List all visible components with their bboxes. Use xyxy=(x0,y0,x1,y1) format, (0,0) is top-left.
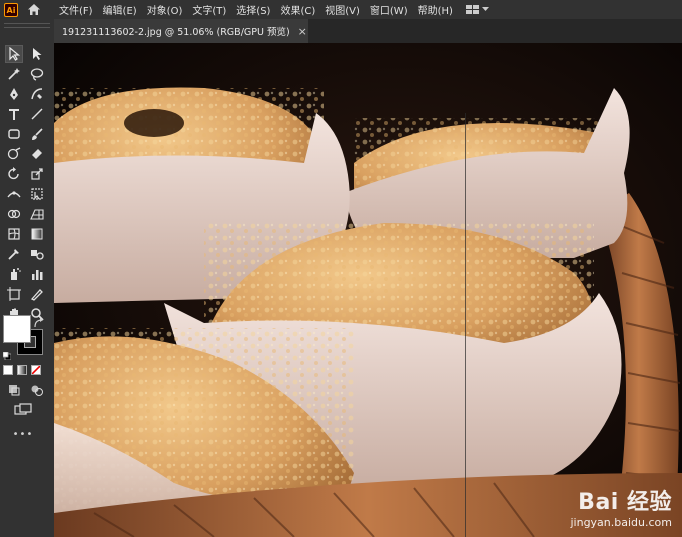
artboard-tool-icon[interactable] xyxy=(5,285,23,303)
shape-builder-tool-icon[interactable] xyxy=(5,205,23,223)
artwork-image xyxy=(54,43,682,537)
menu-file[interactable]: 文件(F) xyxy=(54,2,98,17)
menu-help[interactable]: 帮助(H) xyxy=(413,2,458,17)
document-tab-title: 191231113602-2.jpg @ 51.06% (RGB/GPU 预览) xyxy=(62,27,290,38)
line-segment-tool-icon[interactable] xyxy=(28,105,46,123)
draw-normal-icon[interactable] xyxy=(5,381,23,399)
menu-edit[interactable]: 编辑(E) xyxy=(98,2,142,17)
panel-grip[interactable] xyxy=(4,23,50,28)
default-fill-stroke-icon[interactable] xyxy=(2,345,12,361)
workspace-switcher-icon[interactable] xyxy=(465,4,489,15)
fill-stroke-widget xyxy=(2,315,49,361)
lasso-tool-icon[interactable] xyxy=(28,65,46,83)
watermark: Bai 经验 jingyan.baidu.com xyxy=(570,484,672,529)
menu-view[interactable]: 视图(V) xyxy=(320,2,365,17)
fill-swatch[interactable] xyxy=(3,315,31,343)
gradient-tool-icon[interactable] xyxy=(28,225,46,243)
app-logo: Ai xyxy=(4,2,18,17)
swap-fill-stroke-icon[interactable] xyxy=(33,315,45,328)
more-tools-icon[interactable]: ••• xyxy=(13,425,33,443)
screen-mode-icon[interactable] xyxy=(14,401,32,419)
color-mode-icon[interactable] xyxy=(3,365,13,375)
rectangle-tool-icon[interactable] xyxy=(5,125,23,143)
shaper-tool-icon[interactable] xyxy=(5,145,23,163)
width-tool-icon[interactable] xyxy=(5,185,23,203)
curvature-tool-icon[interactable] xyxy=(28,85,46,103)
menu-bar: Ai 文件(F) 编辑(E) 对象(O) 文字(T) 选择(S) 效果(C) 视… xyxy=(0,0,682,19)
column-graph-tool-icon[interactable] xyxy=(28,265,46,283)
menu-object[interactable]: 对象(O) xyxy=(142,2,188,17)
type-tool-icon[interactable] xyxy=(5,105,23,123)
none-mode-icon[interactable] xyxy=(31,365,41,375)
watermark-logo: Bai 经验 xyxy=(578,490,672,515)
menu-window[interactable]: 窗口(W) xyxy=(365,2,413,17)
draw-mode-icon[interactable] xyxy=(28,381,46,399)
menu-effect[interactable]: 效果(C) xyxy=(275,2,320,17)
home-icon[interactable] xyxy=(26,2,42,18)
direct-selection-tool-icon[interactable] xyxy=(28,45,46,63)
gradient-mode-icon[interactable] xyxy=(17,365,27,375)
paintbrush-tool-icon[interactable] xyxy=(28,125,46,143)
scale-tool-icon[interactable] xyxy=(28,165,46,183)
eraser-tool-icon[interactable] xyxy=(28,145,46,163)
menu-select[interactable]: 选择(S) xyxy=(231,2,275,17)
document-tab[interactable]: 191231113602-2.jpg @ 51.06% (RGB/GPU 预览)… xyxy=(54,19,308,43)
selection-tool-icon[interactable] xyxy=(5,45,23,63)
document-tab-strip: 191231113602-2.jpg @ 51.06% (RGB/GPU 预览)… xyxy=(54,19,682,43)
perspective-grid-tool-icon[interactable] xyxy=(28,205,46,223)
watermark-url: jingyan.baidu.com xyxy=(570,516,672,529)
close-icon[interactable]: × xyxy=(298,25,307,38)
mesh-tool-icon[interactable] xyxy=(5,225,23,243)
color-mode-row xyxy=(3,365,41,375)
eyedropper-tool-icon[interactable] xyxy=(5,245,23,263)
magic-wand-tool-icon[interactable] xyxy=(5,65,23,83)
tools-panel: ••• xyxy=(0,19,54,537)
document-canvas[interactable]: Bai 经验 jingyan.baidu.com xyxy=(54,43,682,537)
free-transform-tool-icon[interactable] xyxy=(28,185,46,203)
slice-tool-icon[interactable] xyxy=(28,285,46,303)
menu-type[interactable]: 文字(T) xyxy=(187,2,231,17)
pen-tool-icon[interactable] xyxy=(5,85,23,103)
guide-line[interactable] xyxy=(465,113,466,537)
symbol-sprayer-tool-icon[interactable] xyxy=(5,265,23,283)
rotate-tool-icon[interactable] xyxy=(5,165,23,183)
blend-tool-icon[interactable] xyxy=(28,245,46,263)
